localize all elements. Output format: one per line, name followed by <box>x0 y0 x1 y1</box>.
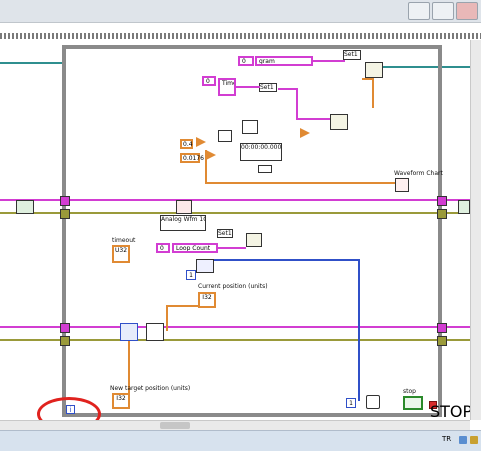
select-node[interactable] <box>242 120 258 134</box>
blue-constant-a[interactable]: 1 <box>186 270 196 280</box>
wait-ms-node[interactable] <box>366 395 380 409</box>
olive-tunnel-left <box>60 209 70 219</box>
motion-node-b[interactable] <box>146 323 164 341</box>
loop-count-prefix[interactable]: 0 <box>156 243 170 253</box>
toolbar-divider <box>0 33 481 39</box>
new-target-control[interactable]: I32 <box>112 393 130 409</box>
greater-than-node[interactable] <box>196 137 206 147</box>
current-position-wire-vert <box>166 305 168 331</box>
set1b-wire <box>278 88 298 90</box>
olive-tunnel-right <box>437 209 447 219</box>
const-0-4[interactable]: 0.4 <box>180 139 193 149</box>
time-wire <box>236 86 260 88</box>
pink-tunnel-left-lower <box>60 323 70 333</box>
property-node-c[interactable] <box>246 233 262 247</box>
time-string-constant[interactable]: Time <box>218 78 236 96</box>
pink-tunnel-right <box>437 196 447 206</box>
gram-wire <box>313 60 345 62</box>
gram-string-constant[interactable]: gram <box>255 56 313 66</box>
taskbar: TR <box>0 430 481 451</box>
timeout-control[interactable]: U32 <box>112 245 130 263</box>
blue-wire-horizontal <box>214 259 360 261</box>
language-indicator[interactable]: TR <box>442 435 451 443</box>
time-prefix[interactable]: 0 <box>202 76 216 86</box>
property-node-a[interactable] <box>365 62 383 78</box>
motion-node-a[interactable] <box>120 323 138 341</box>
current-position-wire <box>166 305 198 307</box>
analog-read-selector[interactable]: Analog Wfm 1Chan NSamp <box>160 215 206 231</box>
and-node[interactable] <box>218 130 232 142</box>
timeout-label: timeout <box>112 237 136 244</box>
const-0-0176[interactable]: 0.0176 <box>180 153 204 163</box>
array-index-node[interactable] <box>196 259 214 273</box>
vertical-scrollbar[interactable] <box>470 40 481 420</box>
small-node[interactable] <box>258 165 272 173</box>
olive-tunnel-left-lower <box>60 336 70 346</box>
maximize-button[interactable] <box>432 2 454 20</box>
right-error-node[interactable] <box>458 200 470 214</box>
while-loop-frame[interactable] <box>62 45 442 417</box>
orange-wire-long <box>205 182 395 184</box>
left-error-node[interactable] <box>16 200 34 214</box>
set1b-wire-h2 <box>296 118 330 120</box>
property-node-b[interactable] <box>330 114 348 130</box>
minimize-button[interactable] <box>408 2 430 20</box>
current-position-label: Current position (units) <box>198 283 268 290</box>
waveform-chart-label: Waveform Chart <box>394 170 443 177</box>
network-icon[interactable] <box>459 436 467 444</box>
close-button[interactable] <box>456 2 478 20</box>
compare-node[interactable] <box>300 128 310 138</box>
less-than-node[interactable] <box>206 150 216 160</box>
set1-node-b[interactable]: Set1 <box>259 83 277 92</box>
daqmx-read-node[interactable] <box>176 200 192 214</box>
stop-label: stop <box>403 388 416 395</box>
set1-node-c[interactable]: Set1 <box>217 229 233 238</box>
window-titlebar <box>0 0 481 23</box>
blue-wire-vertical <box>358 259 360 401</box>
gram-prefix[interactable]: 0 <box>238 56 254 66</box>
set1-node-a[interactable]: Set1 <box>343 50 361 60</box>
stop-button-control[interactable] <box>403 396 423 410</box>
pink-tunnel-left <box>60 196 70 206</box>
olive-tunnel-right-lower <box>437 336 447 346</box>
new-target-label: New target position (units) <box>110 385 191 392</box>
horizontal-scroll-thumb[interactable] <box>160 422 190 429</box>
loop-count-constant[interactable]: Loop Count <box>172 243 218 253</box>
loop-count-wire <box>218 247 246 249</box>
teal-wire-left <box>0 62 62 64</box>
pink-tunnel-right-lower <box>437 323 447 333</box>
volume-icon[interactable] <box>470 436 478 444</box>
set1b-wire-vert <box>296 88 298 118</box>
current-position-indicator[interactable]: I32 <box>198 292 216 308</box>
orange-wire-vert <box>372 78 374 108</box>
datetime-format-constant[interactable]: 00:00:00.000 DD.MM.YYYY <box>240 143 282 161</box>
waveform-chart-terminal[interactable] <box>395 178 409 192</box>
stop-terminal[interactable]: STOP <box>429 401 472 421</box>
blue-constant-b[interactable]: 1 <box>346 398 356 408</box>
